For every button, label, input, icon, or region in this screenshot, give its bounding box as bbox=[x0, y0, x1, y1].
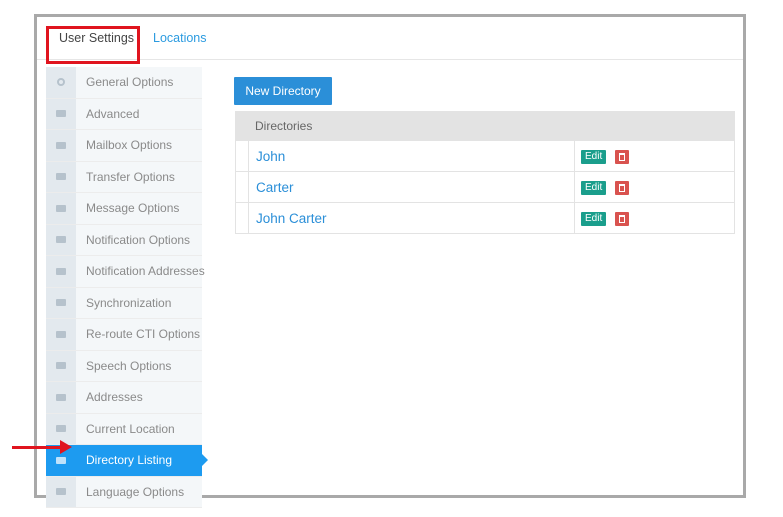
sidebar-item-label: Notification Options bbox=[86, 232, 191, 247]
edit-button[interactable]: Edit bbox=[581, 212, 607, 226]
new-directory-button[interactable]: New Directory bbox=[234, 77, 332, 105]
settings-panel: User Settings Locations General Options … bbox=[34, 14, 746, 508]
sidebar-item-label: Language Options bbox=[86, 484, 185, 499]
sidebar-item-mailbox-options[interactable]: Mailbox Options bbox=[46, 130, 202, 162]
sidebar-item-label: Directory Listing bbox=[86, 453, 173, 467]
row-actions: Edit bbox=[574, 141, 735, 171]
gear-icon bbox=[46, 67, 76, 98]
envelope-icon bbox=[46, 319, 76, 350]
envelope-icon bbox=[46, 161, 76, 192]
sidebar-item-speech-options[interactable]: Speech Options bbox=[46, 350, 202, 382]
sidebar-item-label: Notification Addresses bbox=[86, 264, 205, 278]
table-header: Directories bbox=[235, 111, 735, 141]
trash-icon[interactable] bbox=[615, 212, 629, 226]
sidebar-item-label: Advanced bbox=[86, 106, 140, 121]
sidebar-item-label: Current Location bbox=[86, 421, 175, 436]
envelope-icon bbox=[46, 193, 76, 224]
sidebar-item-label: Re-route CTI Options bbox=[86, 327, 201, 341]
sidebar-item-transfer-options[interactable]: Transfer Options bbox=[46, 161, 202, 193]
edit-button[interactable]: Edit bbox=[581, 181, 607, 195]
envelope-icon bbox=[46, 130, 76, 161]
sidebar: General Options Advanced Mailbox Options… bbox=[46, 67, 208, 508]
directory-name-link[interactable]: Carter bbox=[256, 172, 294, 203]
envelope-icon bbox=[46, 382, 76, 413]
sidebar-item-reroute-cti-options[interactable]: Re-route CTI Options bbox=[46, 319, 202, 351]
table-row: Carter Edit bbox=[235, 172, 735, 203]
envelope-icon bbox=[46, 287, 76, 318]
directory-name-link[interactable]: John Carter bbox=[256, 203, 327, 234]
annotation-arrow-line bbox=[12, 446, 62, 449]
envelope-icon bbox=[46, 256, 76, 287]
row-handle bbox=[236, 141, 249, 171]
sidebar-item-label: Synchronization bbox=[86, 295, 172, 310]
row-handle bbox=[236, 203, 249, 233]
envelope-icon bbox=[46, 350, 76, 381]
tab-locations[interactable]: Locations bbox=[153, 17, 207, 59]
trash-icon[interactable] bbox=[615, 181, 629, 195]
sidebar-item-label: Speech Options bbox=[86, 358, 172, 373]
tab-bar: User Settings Locations bbox=[37, 17, 743, 60]
sidebar-item-notification-options[interactable]: Notification Options bbox=[46, 224, 202, 256]
annotation-arrow-icon bbox=[60, 440, 72, 454]
sidebar-item-label: Mailbox Options bbox=[86, 138, 173, 152]
highlight-box bbox=[46, 26, 140, 64]
trash-icon[interactable] bbox=[615, 150, 629, 164]
sidebar-item-synchronization[interactable]: Synchronization bbox=[46, 287, 202, 319]
directory-name-link[interactable]: John bbox=[256, 141, 285, 172]
directories-table: Directories John Edit Carter Edit John C… bbox=[235, 111, 735, 234]
row-handle bbox=[236, 172, 249, 202]
row-actions: Edit bbox=[574, 172, 735, 202]
sidebar-item-general-options[interactable]: General Options bbox=[46, 67, 202, 99]
sidebar-item-language-options[interactable]: Language Options bbox=[46, 476, 202, 508]
table-row: John Carter Edit bbox=[235, 203, 735, 234]
edit-button[interactable]: Edit bbox=[581, 150, 607, 164]
envelope-icon bbox=[46, 224, 76, 255]
row-actions: Edit bbox=[574, 203, 735, 233]
sidebar-item-addresses[interactable]: Addresses bbox=[46, 382, 202, 414]
sidebar-item-label: Addresses bbox=[86, 390, 143, 404]
sidebar-item-label: Transfer Options bbox=[86, 169, 175, 184]
sidebar-item-label: Message Options bbox=[86, 201, 180, 215]
envelope-icon bbox=[46, 98, 76, 129]
sidebar-item-advanced[interactable]: Advanced bbox=[46, 98, 202, 130]
sidebar-item-label: General Options bbox=[86, 75, 174, 89]
envelope-icon bbox=[46, 476, 76, 507]
table-row: John Edit bbox=[235, 141, 735, 172]
sidebar-item-notification-addresses[interactable]: Notification Addresses bbox=[46, 256, 205, 288]
sidebar-item-message-options[interactable]: Message Options bbox=[46, 193, 202, 225]
